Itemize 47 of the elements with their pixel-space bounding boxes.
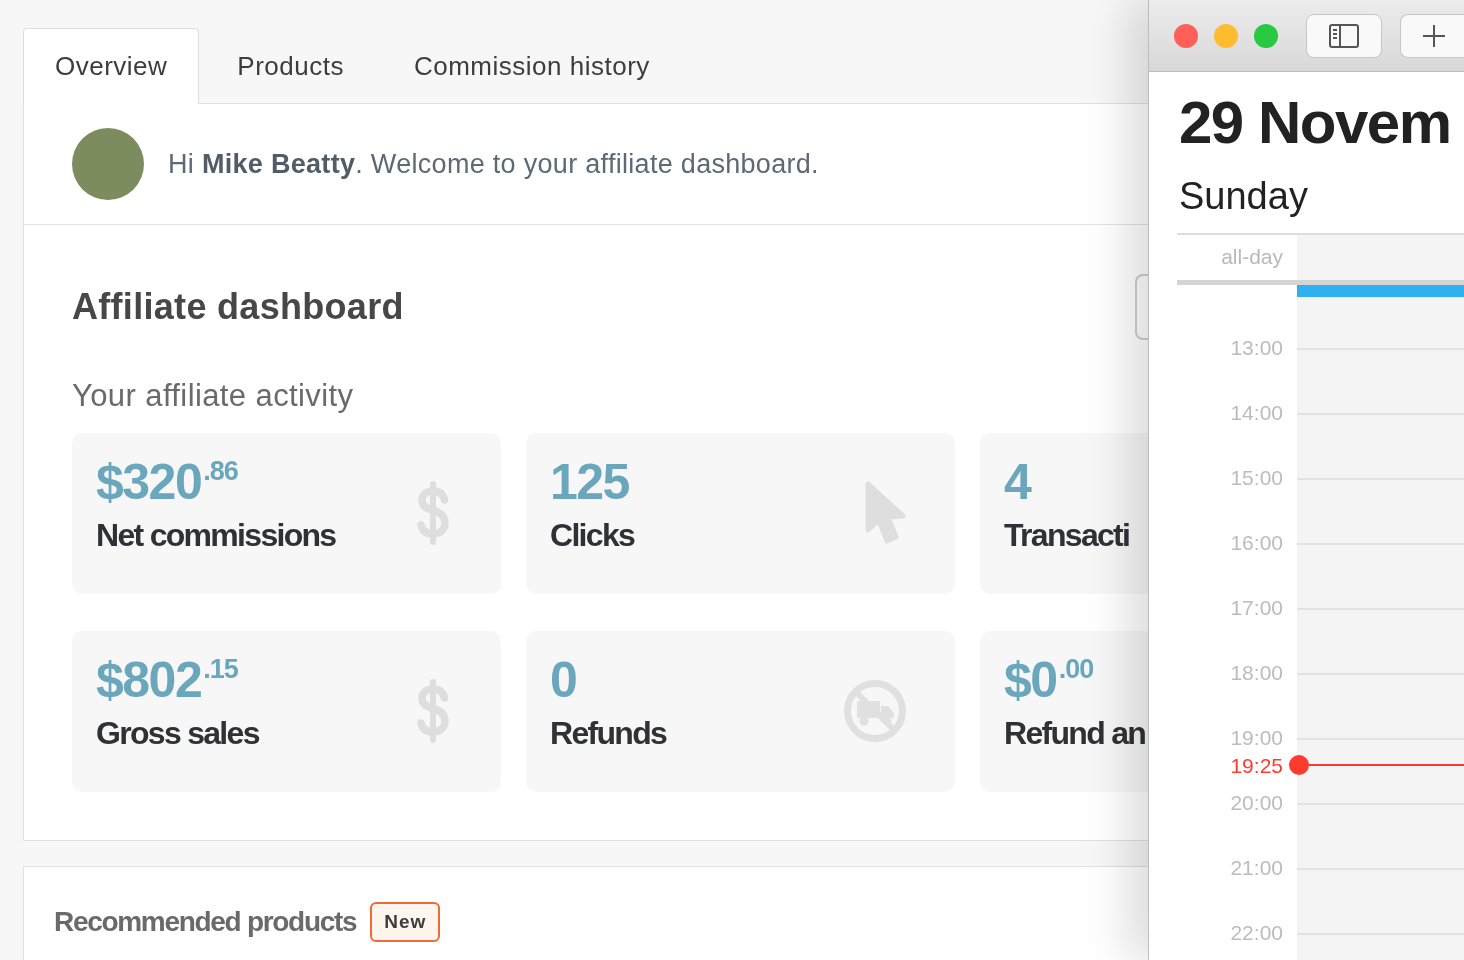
hour-label: 15:00 <box>1230 466 1283 490</box>
all-day-label: all-day <box>1221 244 1283 270</box>
stat-value: 0 <box>550 653 577 707</box>
hour-label: 21:00 <box>1230 856 1283 880</box>
section-heading: Recommended products <box>54 905 357 939</box>
button-edge[interactable] <box>1135 274 1148 340</box>
tab[interactable]: Overview <box>23 28 200 104</box>
hour-label: 22:00 <box>1230 921 1283 945</box>
calendar-date: 29 Novem <box>1179 90 1451 156</box>
hour-label: 18:00 <box>1230 661 1283 685</box>
stat-value: 4 <box>1004 455 1031 509</box>
new-badge: New <box>370 902 441 942</box>
sidebar-button[interactable] <box>1306 13 1382 58</box>
stat-label: Gross sales <box>96 714 259 753</box>
cursor-icon <box>864 479 906 546</box>
zoom-icon[interactable] <box>1254 23 1278 48</box>
hour-label: 13:00 <box>1230 336 1283 360</box>
plus-icon <box>1422 24 1445 47</box>
section-heading: Affiliate dashboard <box>72 286 404 328</box>
close-icon[interactable] <box>1174 23 1198 48</box>
stat-value: $802$^{.15}$ <box>96 653 238 707</box>
hour-label: 16:00 <box>1230 531 1283 555</box>
section-subheading: Your affiliate activity <box>72 378 355 414</box>
dollar-icon <box>414 479 452 546</box>
stat-value: 125 <box>550 455 629 509</box>
stat-value: $0$^{.00}$ <box>1004 653 1094 707</box>
hour-label: 17:00 <box>1230 596 1283 620</box>
stat-label: Net commissions <box>96 516 336 555</box>
hour-label: 14:00 <box>1230 401 1283 425</box>
current-time-dot-icon <box>1289 755 1309 775</box>
stat-label: Refund an <box>1004 714 1146 753</box>
hour-label: 19:00 <box>1230 726 1283 750</box>
add-button[interactable] <box>1400 13 1464 58</box>
current-time-label: 19:25 <box>1230 754 1283 778</box>
minimize-icon[interactable] <box>1214 23 1238 48</box>
stat-label: Transacti <box>1004 516 1130 555</box>
hour-label: 20:00 <box>1230 791 1283 815</box>
calendar-event[interactable] <box>1297 285 1464 297</box>
sidebar-icon <box>1329 23 1359 48</box>
calendar-weekday: Sunday <box>1179 174 1308 219</box>
stat-value: $320$^{.86}$ <box>96 455 238 509</box>
greeting-text: Hi Mike Beatty. Welcome to your affiliate dashboard. <box>168 147 819 181</box>
stat-label: Clicks <box>550 516 635 555</box>
tab[interactable]: Products <box>205 28 376 104</box>
stat-label: Refunds <box>550 714 667 753</box>
tab[interactable]: Commission history <box>381 28 682 104</box>
dollar-icon <box>414 677 452 744</box>
